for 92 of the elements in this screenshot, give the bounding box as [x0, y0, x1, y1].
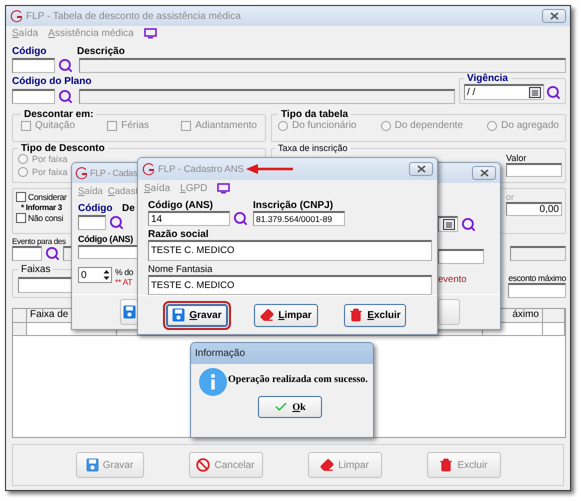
- window-title: FLP - Cadastro ANS: [158, 164, 244, 174]
- info-icon: [199, 368, 227, 396]
- group-title: Taxa de inscrição: [277, 143, 349, 153]
- field-label: Valor: [506, 153, 526, 163]
- event-code-field[interactable]: [12, 246, 42, 261]
- group-title: Descontar em:: [23, 109, 94, 120]
- field-label: Código (ANS): [148, 200, 213, 211]
- eraser-icon: [260, 308, 274, 322]
- monitor-icon[interactable]: [217, 182, 230, 194]
- ans-code-field[interactable]: 14: [148, 211, 230, 226]
- group-title: Vigência: [466, 73, 509, 84]
- close-icon: [416, 165, 426, 173]
- menu-item[interactable]: Saída: [144, 182, 170, 194]
- plan-description-field[interactable]: [79, 89, 455, 104]
- monitor-icon[interactable]: [144, 28, 157, 38]
- close-button[interactable]: [542, 9, 566, 23]
- logo-icon: [10, 10, 23, 22]
- search-icon[interactable]: [461, 216, 476, 232]
- field-label: esconto máximo: [508, 273, 566, 283]
- max-discount-field[interactable]: [508, 283, 566, 298]
- window-title: FLP - Tabela de desconto de assistência médica: [26, 10, 241, 22]
- calendar-icon[interactable]: [529, 87, 541, 98]
- group-title: Tipo da tabela: [280, 109, 350, 120]
- trash-icon: [439, 458, 454, 472]
- ans-code-field[interactable]: [78, 245, 138, 259]
- save-icon: [172, 308, 186, 322]
- field-label: or: [506, 192, 514, 202]
- warning-text: ** AT: [115, 277, 132, 287]
- save-button[interactable]: [120, 299, 138, 325]
- checkbox[interactable]: Considerar: [16, 192, 67, 202]
- group-title: Tipo de Desconto: [20, 143, 106, 154]
- field-label: Código do Plano: [12, 76, 92, 87]
- close-button[interactable]: [409, 162, 433, 176]
- field-label: Código: [12, 46, 48, 57]
- close-icon: [550, 12, 558, 20]
- dialog-title: Informação: [195, 348, 246, 359]
- field-label: Inscrição (CNPJ): [253, 200, 334, 211]
- window-title: FLP - Cadas: [90, 168, 138, 178]
- search-icon[interactable]: [233, 211, 248, 226]
- cnpj-field[interactable]: 81.379.564/0001-89: [253, 211, 345, 226]
- plan-code-field[interactable]: [12, 89, 55, 104]
- description-field[interactable]: [79, 58, 566, 73]
- save-icon: [122, 305, 136, 319]
- number-spinner[interactable]: 0: [78, 267, 112, 283]
- company-name-field[interactable]: TESTE C. MEDICO: [148, 240, 432, 260]
- text-field[interactable]: [438, 249, 484, 264]
- value-field[interactable]: 0,00: [506, 202, 562, 216]
- trash-icon: [349, 308, 364, 322]
- cancel-icon: [196, 458, 210, 472]
- value-field[interactable]: [506, 163, 562, 177]
- field-label: Descrição: [77, 46, 125, 57]
- save-icon: [86, 458, 99, 472]
- event-field[interactable]: [510, 246, 566, 261]
- note-text: * Informar 3: [21, 203, 62, 212]
- clear-button[interactable]: Limpar: [254, 304, 318, 326]
- menu-item[interactable]: LGPD: [180, 182, 208, 194]
- menu-item[interactable]: Saída: [12, 28, 38, 38]
- annotation-arrow: [246, 164, 293, 174]
- search-icon[interactable]: [109, 215, 124, 230]
- close-button[interactable]: [472, 166, 496, 180]
- field-label: De: [122, 203, 135, 214]
- menu-item[interactable]: Cadast: [108, 186, 138, 196]
- field-label: Razão social: [148, 229, 209, 240]
- field-label: Código: [78, 203, 114, 214]
- close-icon: [480, 169, 488, 177]
- eraser-icon: [320, 458, 334, 472]
- checkbox[interactable]: Não consi: [16, 213, 64, 223]
- search-icon[interactable]: [45, 246, 60, 261]
- button[interactable]: [438, 299, 460, 325]
- logo-icon: [75, 166, 88, 180]
- trade-name-field[interactable]: TESTE C. MEDICO: [148, 274, 432, 295]
- field-label: Nome Fantasia: [148, 264, 212, 274]
- date-field[interactable]: [438, 216, 458, 232]
- spinner-arrows-icon: [102, 268, 111, 282]
- menu-item[interactable]: Saída: [78, 186, 103, 196]
- search-icon[interactable]: [58, 58, 73, 73]
- field-label: Evento para des: [12, 237, 66, 246]
- logo-icon: [142, 162, 155, 176]
- ok-button[interactable]: Ok: [258, 396, 322, 418]
- search-icon[interactable]: [546, 84, 561, 100]
- code-field[interactable]: [12, 58, 55, 73]
- message-text: Operação realizada com sucesso.: [228, 374, 368, 385]
- code-field[interactable]: [78, 215, 106, 230]
- date-field[interactable]: / /: [464, 84, 544, 100]
- calendar-icon[interactable]: [443, 219, 455, 230]
- field-label: Código (ANS): [78, 234, 133, 244]
- search-icon[interactable]: [58, 89, 73, 104]
- delete-button[interactable]: Excluir: [344, 304, 406, 326]
- field-label: % do: [115, 267, 134, 277]
- group-title: Faixas: [20, 264, 52, 275]
- warning-text: evento: [438, 274, 467, 285]
- menu-item[interactable]: Assistência médica: [48, 28, 134, 38]
